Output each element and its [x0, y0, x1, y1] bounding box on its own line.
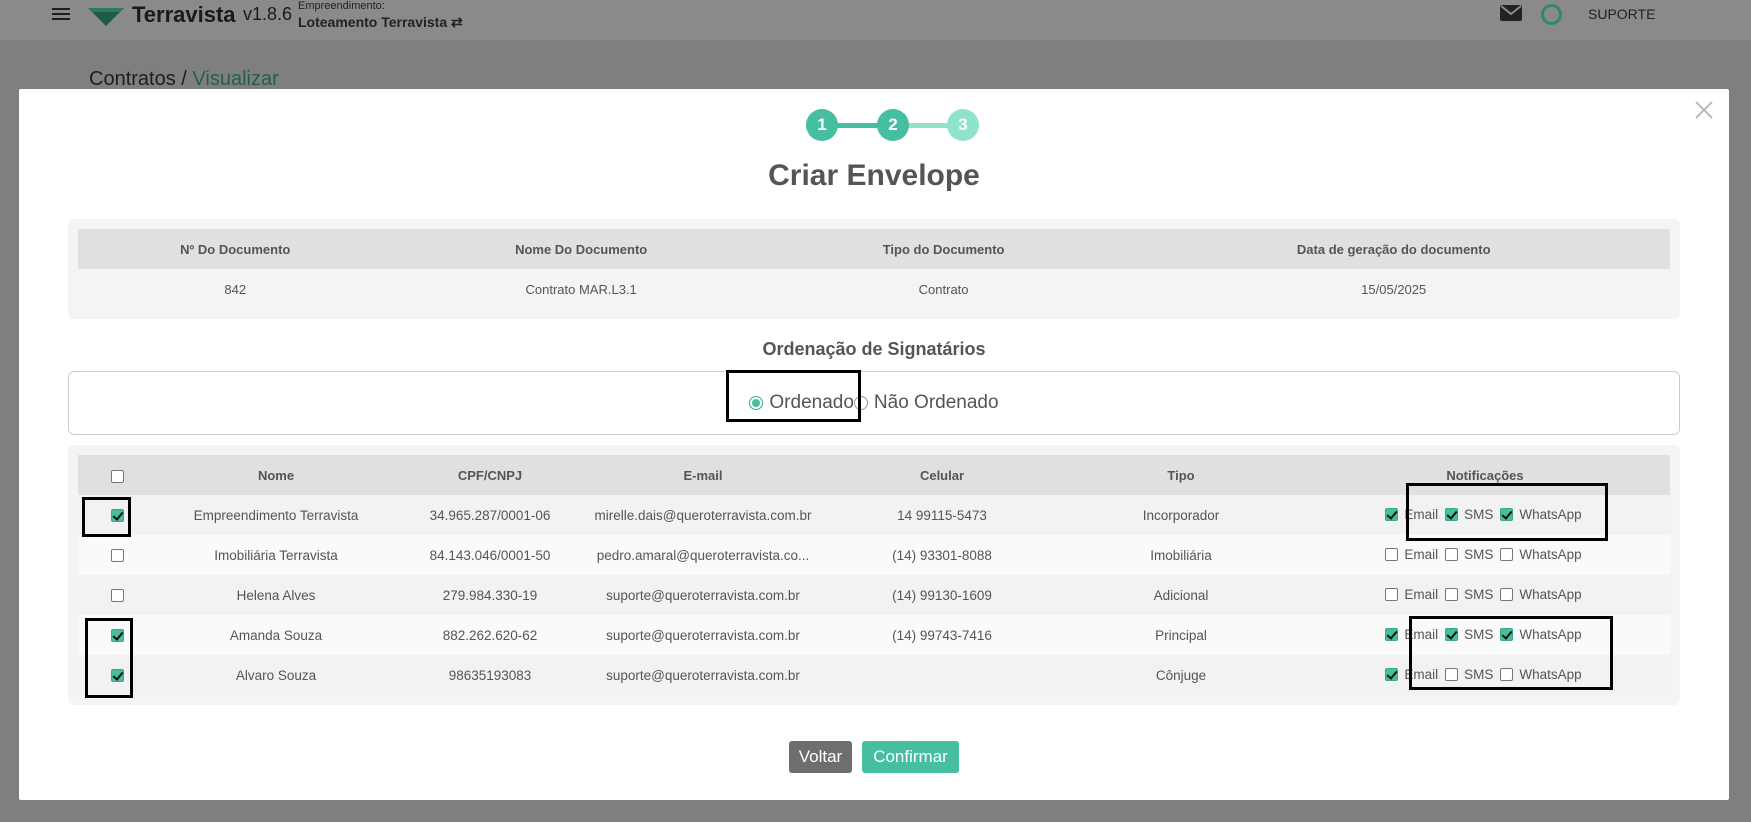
notification-options: Email SMS WhatsApp	[1300, 535, 1670, 575]
signatory-phone: 14 99115-5473	[822, 495, 1062, 535]
mail-icon[interactable]	[1500, 5, 1522, 21]
signatory-type: Incorporador	[1062, 495, 1300, 535]
row-select-checkbox[interactable]	[110, 589, 124, 603]
signatory-name: Alvaro Souza	[156, 655, 396, 695]
signatory-name: Helena Alves	[156, 575, 396, 615]
signatory-name: Imobiliária Terravista	[156, 535, 396, 575]
signatory-type: Cônjuge	[1062, 655, 1300, 695]
notif-whatsapp-label: WhatsApp	[1519, 546, 1582, 562]
doc-col-type: Tipo do Documento	[769, 229, 1118, 269]
breadcrumb: Contratos / Visualizar	[89, 68, 279, 91]
signatory-row: Helena Alves 279.984.330-19 suporte@querot…	[78, 575, 1670, 615]
signatory-email: suporte@queroterravista.com.br	[584, 615, 822, 655]
notif-sms-checkbox[interactable]	[1445, 547, 1459, 561]
doc-col-number: Nº Do Documento	[78, 229, 393, 269]
doc-date: 15/05/2025	[1361, 282, 1427, 297]
notif-whatsapp-checkbox[interactable]	[1500, 547, 1514, 561]
doc-type: Contrato	[918, 282, 969, 297]
notif-whatsapp-label: WhatsApp	[1519, 586, 1582, 602]
notif-email-checkbox[interactable]	[1385, 547, 1399, 561]
col-celular: Celular	[822, 455, 1062, 495]
signatory-phone: (14) 99743-7416	[822, 615, 1062, 655]
notif-email-checkbox[interactable]	[1385, 667, 1399, 681]
terravista-logo-icon	[88, 8, 124, 26]
breadcrumb-current: Visualizar	[192, 68, 279, 90]
col-email: E-mail	[584, 455, 822, 495]
step-2: 2	[877, 109, 909, 141]
notif-sms-label: SMS	[1464, 546, 1494, 562]
signatory-email: suporte@queroterravista.com.br	[584, 655, 822, 695]
signatory-row: Imobiliária Terravista 84.143.046/0001-50…	[78, 535, 1670, 575]
notif-sms-checkbox[interactable]	[1445, 587, 1459, 601]
breadcrumb-root[interactable]: Contratos	[89, 68, 176, 90]
status-ring-icon[interactable]	[1541, 4, 1562, 25]
confirm-button[interactable]: Confirmar	[862, 741, 959, 773]
row-select-cell	[78, 575, 156, 615]
doc-number: 842	[224, 282, 247, 297]
notif-email-checkbox[interactable]	[1385, 507, 1399, 521]
back-button[interactable]: Voltar	[789, 741, 852, 773]
signatory-cpf: 34.965.287/0001-06	[396, 495, 584, 535]
select-all-checkbox[interactable]	[110, 469, 124, 483]
ordering-panel: Ordenado Não Ordenado	[68, 371, 1680, 435]
row-select-checkbox[interactable]	[110, 549, 124, 563]
doc-name: Contrato MAR.L3.1	[525, 282, 637, 297]
breadcrumb-separator: /	[181, 68, 187, 90]
notif-email-label: Email	[1404, 586, 1439, 602]
col-cpf: CPF/CNPJ	[396, 455, 584, 495]
row-select-cell	[78, 535, 156, 575]
signatory-cpf: 84.143.046/0001-50	[396, 535, 584, 575]
highlight-box-row1-notif	[1406, 483, 1608, 541]
signatory-phone	[822, 655, 1062, 695]
signatory-cpf: 98635193083	[396, 655, 584, 695]
ordering-title: Ordenação de Signatários	[762, 339, 986, 359]
select-all-cell	[78, 455, 156, 495]
step-1: 1	[806, 109, 838, 141]
highlight-box-rows45-select	[85, 618, 133, 698]
create-envelope-modal: 1 2 3 Criar Envelope Nº Do Documento Nom…	[19, 89, 1729, 800]
highlight-box-ordering	[726, 370, 861, 422]
signatory-phone: (14) 93301-8088	[822, 535, 1062, 575]
top-navbar: Terravista v1.8.6 Empreendimento: Loteam…	[0, 0, 1751, 40]
step-3: 3	[947, 109, 979, 141]
document-table: Nº Do Documento Nome Do Documento Tipo d…	[78, 229, 1670, 310]
doc-col-date: Data de geração do documento	[1117, 229, 1670, 269]
empreendimento-label: Empreendimento:	[298, 0, 385, 12]
signatory-type: Adicional	[1062, 575, 1300, 615]
brand-name: Terravista	[132, 2, 236, 27]
notif-email-checkbox[interactable]	[1385, 627, 1399, 641]
ordering-radio-group: Ordenado Não Ordenado	[69, 372, 1679, 434]
notification-options: Email SMS WhatsApp	[1300, 575, 1670, 615]
support-link[interactable]: SUPORTE	[1588, 6, 1655, 22]
hamburger-menu-icon[interactable]	[52, 6, 70, 22]
highlight-box-row1-select	[82, 497, 131, 537]
notif-email-label: Email	[1404, 546, 1439, 562]
radio-nao-ordenado-label: Não Ordenado	[873, 392, 999, 413]
signatory-name: Amanda Souza	[156, 615, 396, 655]
empreendimento-switcher[interactable]: Loteamento Terravista ⇄	[298, 14, 463, 31]
signatory-email: pedro.amaral@queroterravista.co...	[584, 535, 822, 575]
modal-title: Criar Envelope	[768, 159, 980, 192]
close-icon[interactable]	[1693, 99, 1715, 121]
signatory-name: Empreendimento Terravista	[156, 495, 396, 535]
signatory-type: Imobiliária	[1062, 535, 1300, 575]
document-row: 842 Contrato MAR.L3.1 Contrato 15/05/202…	[78, 269, 1670, 310]
document-info-panel: Nº Do Documento Nome Do Documento Tipo d…	[68, 219, 1680, 319]
app-version: v1.8.6	[243, 4, 293, 24]
notif-sms-label: SMS	[1464, 586, 1494, 602]
signatory-cpf: 279.984.330-19	[396, 575, 584, 615]
signatory-cpf: 882.262.620-62	[396, 615, 584, 655]
signatory-type: Principal	[1062, 615, 1300, 655]
signatory-phone: (14) 99130-1609	[822, 575, 1062, 615]
signatory-email: mirelle.dais@queroterravista.com.br	[584, 495, 822, 535]
col-nome: Nome	[156, 455, 396, 495]
doc-col-name: Nome Do Documento	[392, 229, 770, 269]
signatory-email: suporte@queroterravista.com.br	[584, 575, 822, 615]
highlight-box-rows45-notif	[1409, 616, 1613, 690]
stepper: 1 2 3	[806, 109, 979, 141]
notif-whatsapp-checkbox[interactable]	[1500, 587, 1514, 601]
notif-email-checkbox[interactable]	[1385, 587, 1399, 601]
radio-nao-ordenado[interactable]: Não Ordenado	[853, 392, 999, 414]
col-tipo: Tipo	[1062, 455, 1300, 495]
